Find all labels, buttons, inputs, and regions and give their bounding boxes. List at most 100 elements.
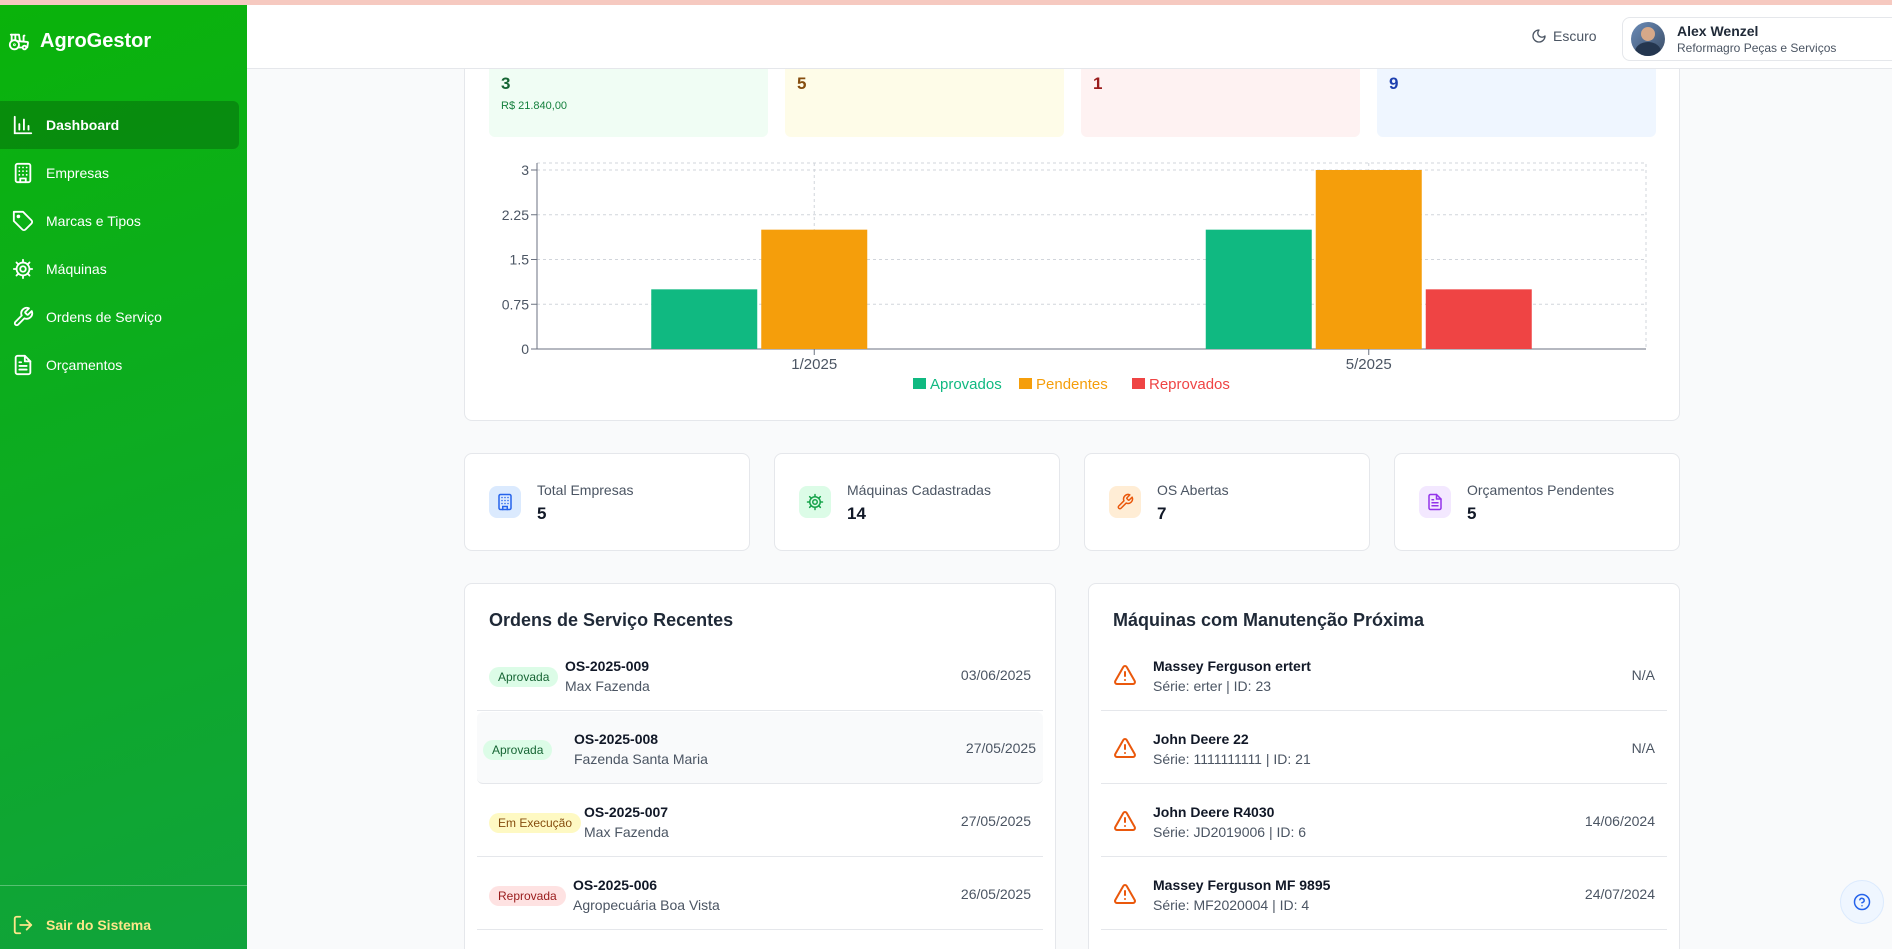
sidebar-item-label: Empresas xyxy=(46,165,110,181)
legend-swatch xyxy=(1019,378,1032,389)
legend-swatch xyxy=(1132,378,1145,389)
order-date: 26/05/2025 xyxy=(960,886,1031,902)
sidebar-item-label: Ordens de Serviço xyxy=(46,309,162,325)
machine-detail: Série: JD2019006 | ID: 6 xyxy=(1153,824,1307,840)
x-tick-label: 1/2025 xyxy=(791,356,837,373)
logout-button[interactable]: Sair do Sistema xyxy=(12,914,151,936)
maintenance-date: N/A xyxy=(1631,740,1655,756)
sidebar-item-marcas-tipos[interactable]: Marcas e Tipos xyxy=(0,197,239,245)
machine-name: John Deere 22 xyxy=(1153,731,1249,747)
sidebar-item-ordens-servico[interactable]: Ordens de Serviço xyxy=(0,293,239,341)
moon-icon xyxy=(1532,29,1546,43)
stat-maquinas-cadastradas[interactable]: Máquinas Cadastradas 14 xyxy=(774,453,1060,551)
brand[interactable]: AgroGestor xyxy=(8,30,151,53)
bar-reprovados xyxy=(1425,289,1532,349)
sidebar-divider xyxy=(0,885,247,886)
sidebar-item-label: Máquinas xyxy=(46,261,107,277)
help-circle-icon xyxy=(1853,893,1871,911)
legend-label: Reprovados xyxy=(1149,376,1230,393)
stat-label: Orçamentos Pendentes xyxy=(1467,482,1615,498)
order-row[interactable]: Aprovada OS-2025-009 Max Fazenda 03/06/2… xyxy=(477,639,1043,711)
stat-orcamentos-pendentes[interactable]: Orçamentos Pendentes 5 xyxy=(1394,453,1680,551)
sidebar-item-dashboard[interactable]: Dashboard xyxy=(0,101,239,149)
machine-row[interactable]: John Deere 22 Série: 1111111111 | ID: 21… xyxy=(1101,712,1667,784)
building-icon xyxy=(14,162,32,184)
sidebar-item-label: Marcas e Tipos xyxy=(46,213,141,229)
order-client: Max Fazenda xyxy=(565,678,650,694)
logout-icon xyxy=(13,915,33,935)
stat-total-empresas[interactable]: Total Empresas 5 xyxy=(464,453,750,551)
top-header: Escuro Alex Wenzel Reformagro Peças e Se… xyxy=(247,5,1892,69)
sidebar: AgroGestor Dashboard Empresas Marcas e T… xyxy=(0,0,247,949)
maintenance-date: N/A xyxy=(1631,667,1655,683)
stat-value: 7 xyxy=(1157,504,1167,523)
order-code: OS-2025-008 xyxy=(574,731,659,747)
order-row[interactable]: Em Execução OS-2025-007 Max Fazenda 27/0… xyxy=(477,785,1043,857)
order-date: 03/06/2025 xyxy=(960,667,1031,683)
status-badge: Reprovada xyxy=(489,886,566,906)
budget-bar-chart: 0 0.75 1.5 2.25 3 1/2025 5/2025 Aprovados Penden… xyxy=(502,162,1647,393)
alert-triangle-icon xyxy=(1114,811,1136,831)
machine-name: Massey Ferguson ertert xyxy=(1153,658,1311,674)
bar-chart-icon xyxy=(13,115,33,135)
y-tick-label: 0.75 xyxy=(502,296,529,312)
alert-triangle-icon xyxy=(1114,665,1136,685)
y-tick-label: 3 xyxy=(521,162,529,178)
order-date: 27/05/2025 xyxy=(960,813,1031,829)
maintenance-date: 24/07/2024 xyxy=(1584,886,1655,902)
alert-triangle-icon xyxy=(1114,884,1136,904)
status-badge: Aprovada xyxy=(483,740,553,760)
machine-name: John Deere R4030 xyxy=(1153,804,1275,820)
theme-label: Escuro xyxy=(1553,28,1597,44)
machine-detail: Série: erter | ID: 23 xyxy=(1153,678,1272,694)
cog-icon xyxy=(799,486,831,518)
y-tick-label: 1.5 xyxy=(510,252,530,268)
avatar xyxy=(1631,22,1665,56)
stat-value: 5 xyxy=(1467,504,1477,523)
sidebar-item-orcamentos[interactable]: Orçamentos xyxy=(0,341,239,389)
order-client: Fazenda Santa Maria xyxy=(574,751,708,767)
order-code: OS-2025-007 xyxy=(584,804,669,820)
y-tick-label: 0 xyxy=(521,341,529,357)
maintenance-card: Máquinas com Manutenção Próxima Massey F… xyxy=(1088,583,1680,949)
x-tick-label: 5/2025 xyxy=(1346,356,1392,373)
main-content: 3 R$ 21.840,00 5 1 9 0 0.75 1.5 2.25 3 1/2025… xyxy=(247,69,1892,949)
tag-icon xyxy=(12,210,34,232)
top-strip xyxy=(0,0,1892,5)
order-client: Agropecuária Boa Vista xyxy=(573,897,720,913)
stat-label: OS Abertas xyxy=(1157,482,1229,498)
order-row[interactable]: Reprovada OS-2025-006 Agropecuária Boa V… xyxy=(477,858,1043,930)
order-code: OS-2025-006 xyxy=(573,877,658,893)
app-name: AgroGestor xyxy=(40,30,152,52)
legend-swatch xyxy=(913,378,926,389)
sidebar-item-empresas[interactable]: Empresas xyxy=(0,149,239,197)
document-icon xyxy=(14,354,32,376)
machine-detail: Série: 1111111111 | ID: 21 xyxy=(1153,751,1311,767)
maintenance-date: 14/06/2024 xyxy=(1584,813,1655,829)
stat-label: Máquinas Cadastradas xyxy=(847,482,991,498)
recent-orders-card: Ordens de Serviço Recentes Aprovada OS-2… xyxy=(464,583,1056,949)
stat-os-abertas[interactable]: OS Abertas 7 xyxy=(1084,453,1370,551)
y-tick-label: 2.25 xyxy=(502,207,529,223)
maintenance-title: Máquinas com Manutenção Próxima xyxy=(1113,610,1425,630)
sidebar-item-maquinas[interactable]: Máquinas xyxy=(0,245,239,293)
legend-label: Aprovados xyxy=(930,376,1002,393)
legend-label: Pendentes xyxy=(1036,376,1108,393)
alert-triangle-icon xyxy=(1114,738,1136,758)
help-button[interactable] xyxy=(1840,880,1884,924)
wrench-icon xyxy=(13,306,34,327)
recent-orders-title: Ordens de Serviço Recentes xyxy=(489,610,734,630)
building-icon xyxy=(489,486,521,518)
stat-label: Total Empresas xyxy=(537,482,634,498)
order-row[interactable]: Aprovada OS-2025-008 Fazenda Santa Maria… xyxy=(477,712,1043,784)
bar-aprovados xyxy=(651,289,758,349)
machine-detail: Série: MF2020004 | ID: 4 xyxy=(1153,897,1310,913)
bar-pendentes xyxy=(761,229,868,349)
user-menu[interactable]: Alex Wenzel Reformagro Peças e Serviços xyxy=(1622,17,1892,61)
machine-row[interactable]: Massey Ferguson MF 9895 Série: MF2020004… xyxy=(1101,858,1667,930)
document-icon xyxy=(1419,486,1451,518)
logout-label: Sair do Sistema xyxy=(46,917,152,933)
theme-toggle-button[interactable]: Escuro xyxy=(1531,28,1597,44)
machine-row[interactable]: John Deere R4030 Série: JD2019006 | ID: … xyxy=(1101,785,1667,857)
machine-row[interactable]: Massey Ferguson ertert Série: erter | ID… xyxy=(1101,639,1667,711)
